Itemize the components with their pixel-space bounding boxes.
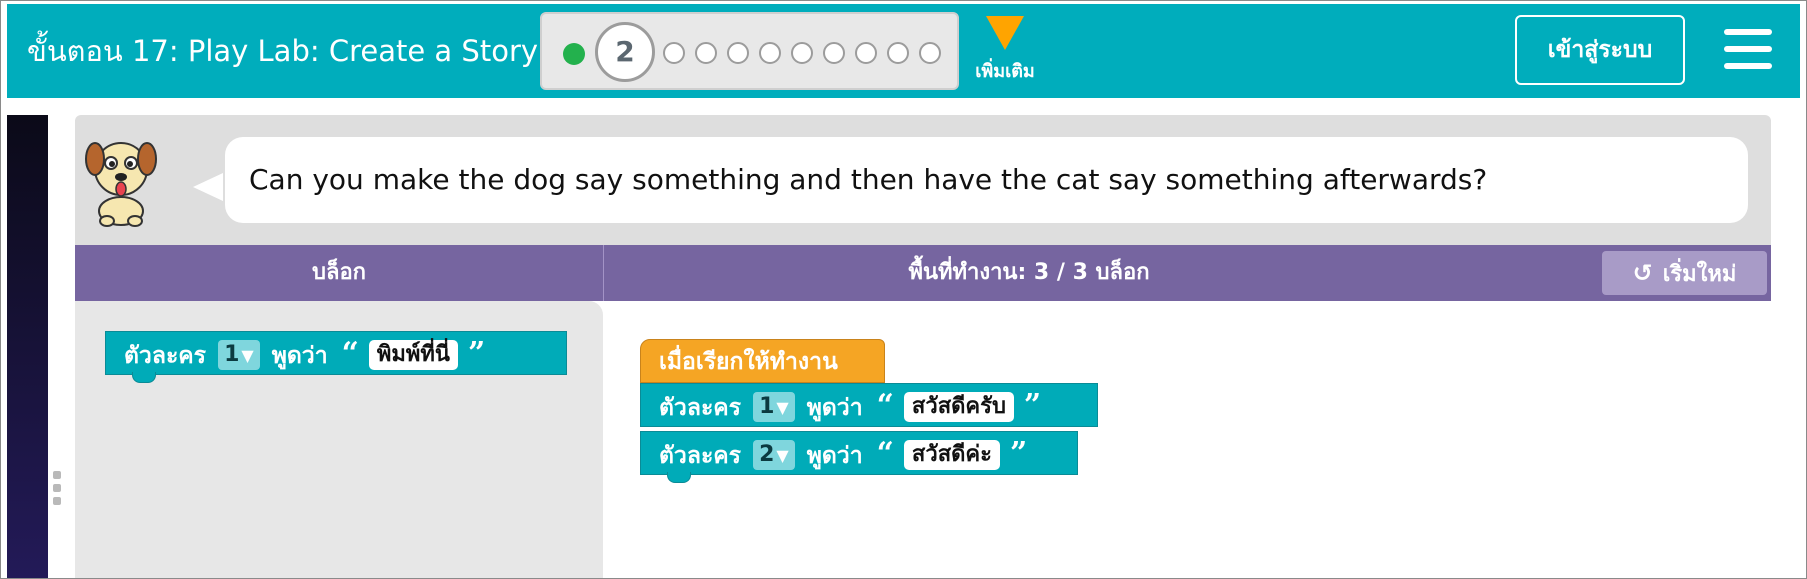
triangle-down-icon <box>986 16 1024 50</box>
open-quote: “ <box>341 336 359 371</box>
progress-dot[interactable] <box>759 42 781 64</box>
more-label: เพิ่มเติม <box>975 61 1035 82</box>
block-verb: พูดว่า <box>806 443 863 469</box>
progress-bar: 2 <box>540 12 959 90</box>
progress-dot[interactable] <box>791 42 813 64</box>
instructions-panel: Can you make the dog say something and t… <box>75 115 1771 245</box>
progress-dot-completed[interactable] <box>563 43 585 65</box>
progress-dot[interactable] <box>823 42 845 64</box>
toolbox-header: บล็อก <box>312 260 366 285</box>
caret-down-icon: ▼ <box>241 345 254 365</box>
workspace-header: บล็อก พื้นที่ทำงาน: 3 / 3 บล็อก ↺ เริ่มให… <box>75 245 1771 301</box>
instructions-text: Can you make the dog say something and t… <box>249 163 1488 196</box>
page-title: ขั้นตอน 17: Play Lab: Create a Story <box>27 34 539 68</box>
text-field[interactable]: พิมพ์ที่นี่ <box>368 339 458 370</box>
say-block[interactable]: ตัวละคร 1 ▼ พูดว่า “ พิมพ์ที่นี่ ” <box>105 331 567 383</box>
open-quote: “ <box>876 436 894 471</box>
sign-in-button[interactable]: เข้าสู่ระบบ <box>1515 15 1685 85</box>
open-quote: “ <box>876 388 894 423</box>
more-button[interactable]: เพิ่มเติม <box>975 12 1035 92</box>
rotate-ccw-icon: ↺ <box>1632 259 1653 287</box>
app-window: ขั้นตอน 17: Play Lab: Create a Story 2 เ… <box>0 0 1807 579</box>
block-prefix: ตัวละคร <box>659 443 742 469</box>
progress-dot[interactable] <box>695 42 717 64</box>
hamburger-icon[interactable] <box>1724 29 1772 69</box>
actor-dropdown[interactable]: 2 ▼ <box>753 439 795 470</box>
speech-bubble: Can you make the dog say something and t… <box>225 137 1748 223</box>
block-verb: พูดว่า <box>271 343 328 369</box>
close-quote: ” <box>1023 388 1042 423</box>
progress-current-step[interactable]: 2 <box>595 22 655 82</box>
resize-handle[interactable] <box>53 471 63 511</box>
caret-down-icon: ▼ <box>776 397 789 417</box>
close-quote: ” <box>467 336 486 371</box>
actor-dropdown[interactable]: 1 ▼ <box>753 391 795 422</box>
progress-dot[interactable] <box>855 42 877 64</box>
when-run-label: เมื่อเรียกให้ทำงาน <box>659 349 838 375</box>
workspace: เมื่อเรียกให้ทำงาน ตัวละคร 1 ▼ พูดว่า “ สว… <box>603 301 1771 578</box>
block-verb: พูดว่า <box>806 395 863 421</box>
workspace-header-label: พื้นที่ทำงาน: 3 / 3 บล็อก <box>908 260 1150 285</box>
speech-bubble-tail <box>193 173 223 201</box>
dog-avatar-icon <box>85 142 157 227</box>
actor-dropdown[interactable]: 1 ▼ <box>218 339 260 370</box>
block-prefix: ตัวละคร <box>659 395 742 421</box>
visualization-area <box>7 115 48 578</box>
progress-dot[interactable] <box>663 42 685 64</box>
header-bar: ขั้นตอน 17: Play Lab: Create a Story 2 เ… <box>7 4 1800 98</box>
reset-label: เริ่มใหม่ <box>1662 262 1737 287</box>
progress-dot[interactable] <box>887 42 909 64</box>
when-run-block[interactable]: เมื่อเรียกให้ทำงาน <box>640 339 885 383</box>
block-prefix: ตัวละคร <box>124 343 207 369</box>
text-field[interactable]: สวัสดีค่ะ <box>903 439 1000 470</box>
close-quote: ” <box>1009 436 1028 471</box>
reset-button[interactable]: ↺ เริ่มใหม่ <box>1602 251 1767 295</box>
text-field[interactable]: สวัสดีครับ <box>903 391 1014 422</box>
toolbox: ตัวละคร 1 ▼ พูดว่า “ พิมพ์ที่นี่ ” <box>75 301 603 578</box>
say-block[interactable]: ตัวละคร 2 ▼ พูดว่า “ สวัสดีค่ะ ” <box>640 431 1078 483</box>
progress-dot[interactable] <box>919 42 941 64</box>
say-block[interactable]: ตัวละคร 1 ▼ พูดว่า “ สวัสดีครับ ” <box>640 383 1098 427</box>
progress-dot[interactable] <box>727 42 749 64</box>
caret-down-icon: ▼ <box>776 445 789 465</box>
